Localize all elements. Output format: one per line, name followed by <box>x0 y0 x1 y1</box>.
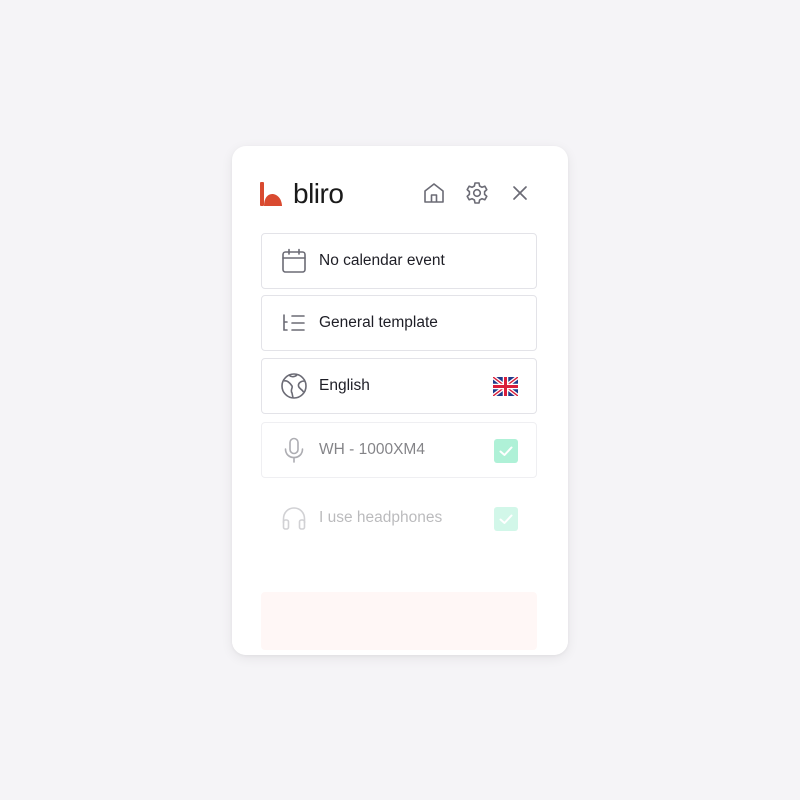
calendar-event-label: No calendar event <box>319 252 445 269</box>
globe-icon <box>280 372 308 400</box>
gear-icon[interactable] <box>464 180 490 206</box>
uk-flag-icon <box>493 377 518 396</box>
language-label: English <box>319 377 370 394</box>
home-icon[interactable] <box>421 180 447 206</box>
microphone-label: WH - 1000XM4 <box>319 441 425 458</box>
bliro-logo-mark <box>260 182 282 206</box>
template-select[interactable]: General template <box>261 295 537 351</box>
recorder-panel: bliro No calendar event General template… <box>232 146 568 655</box>
template-label: General template <box>319 314 438 331</box>
close-icon[interactable] <box>507 180 533 206</box>
microphone-icon <box>280 436 308 464</box>
brand-name: bliro <box>293 178 344 209</box>
calendar-event-select[interactable]: No calendar event <box>261 233 537 289</box>
microphone-checkbox[interactable] <box>494 439 518 463</box>
headphones-checkbox[interactable] <box>494 507 518 531</box>
calendar-icon <box>280 247 308 275</box>
microphone-select[interactable]: WH - 1000XM4 <box>261 422 537 478</box>
list-icon <box>280 309 308 337</box>
primary-action-button[interactable] <box>261 592 537 650</box>
bliro-logo: bliro <box>260 178 360 210</box>
language-select[interactable]: English <box>261 358 537 414</box>
panel-header: bliro <box>232 146 568 238</box>
headphones-icon <box>280 504 308 532</box>
